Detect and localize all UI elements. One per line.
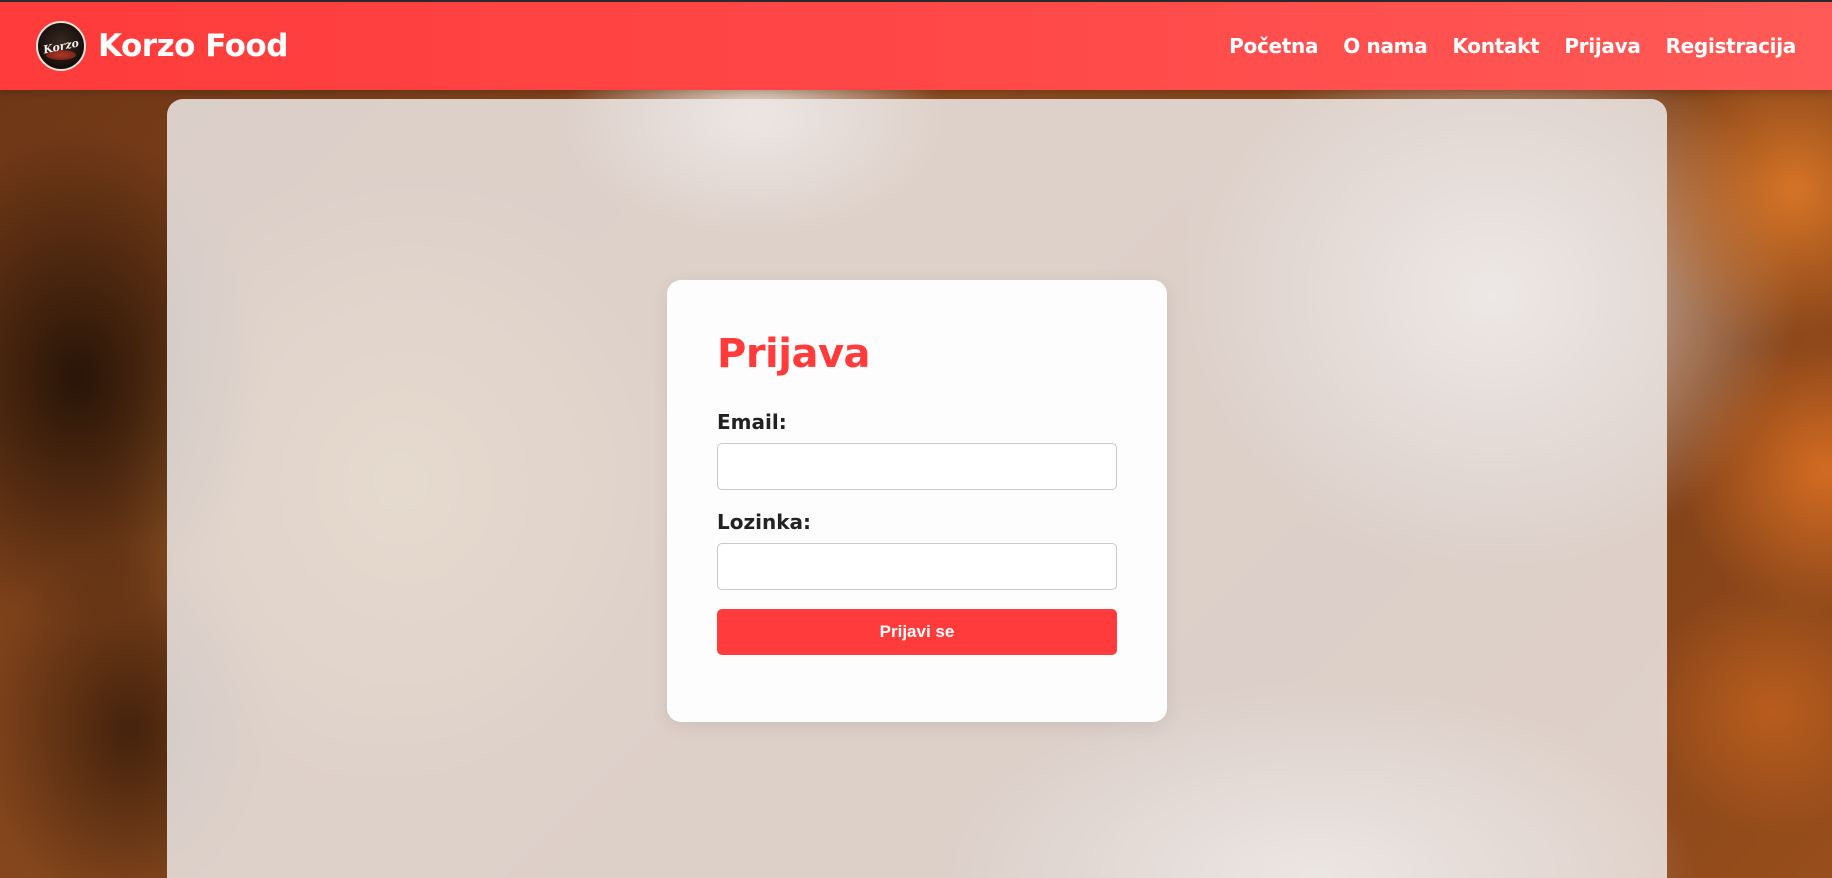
nav-link-kontakt[interactable]: Kontakt <box>1452 34 1539 58</box>
navbar: Korzo Korzo Food Početna O nama Kontakt … <box>0 0 1832 90</box>
nav-menu: Početna O nama Kontakt Prijava Registrac… <box>1229 34 1796 58</box>
login-submit-button[interactable]: Prijavi se <box>717 609 1117 655</box>
nav-link-registracija[interactable]: Registracija <box>1666 34 1797 58</box>
password-field-group: Lozinka: <box>717 510 1117 590</box>
email-input[interactable] <box>717 443 1117 490</box>
brand[interactable]: Korzo Korzo Food <box>36 21 288 71</box>
brand-name: Korzo Food <box>98 28 288 64</box>
korzo-food-logo-icon: Korzo <box>36 21 86 71</box>
login-card: Prijava Email: Lozinka: Prijavi se <box>667 280 1167 722</box>
email-label: Email: <box>717 410 787 434</box>
email-field-group: Email: <box>717 410 1117 490</box>
login-title: Prijava <box>717 331 871 377</box>
nav-link-o-nama[interactable]: O nama <box>1343 34 1428 58</box>
nav-link-prijava[interactable]: Prijava <box>1564 34 1640 58</box>
nav-link-pocetna[interactable]: Početna <box>1229 34 1318 58</box>
password-input[interactable] <box>717 543 1117 590</box>
password-label: Lozinka: <box>717 510 812 534</box>
logo-text: Korzo <box>42 35 80 57</box>
